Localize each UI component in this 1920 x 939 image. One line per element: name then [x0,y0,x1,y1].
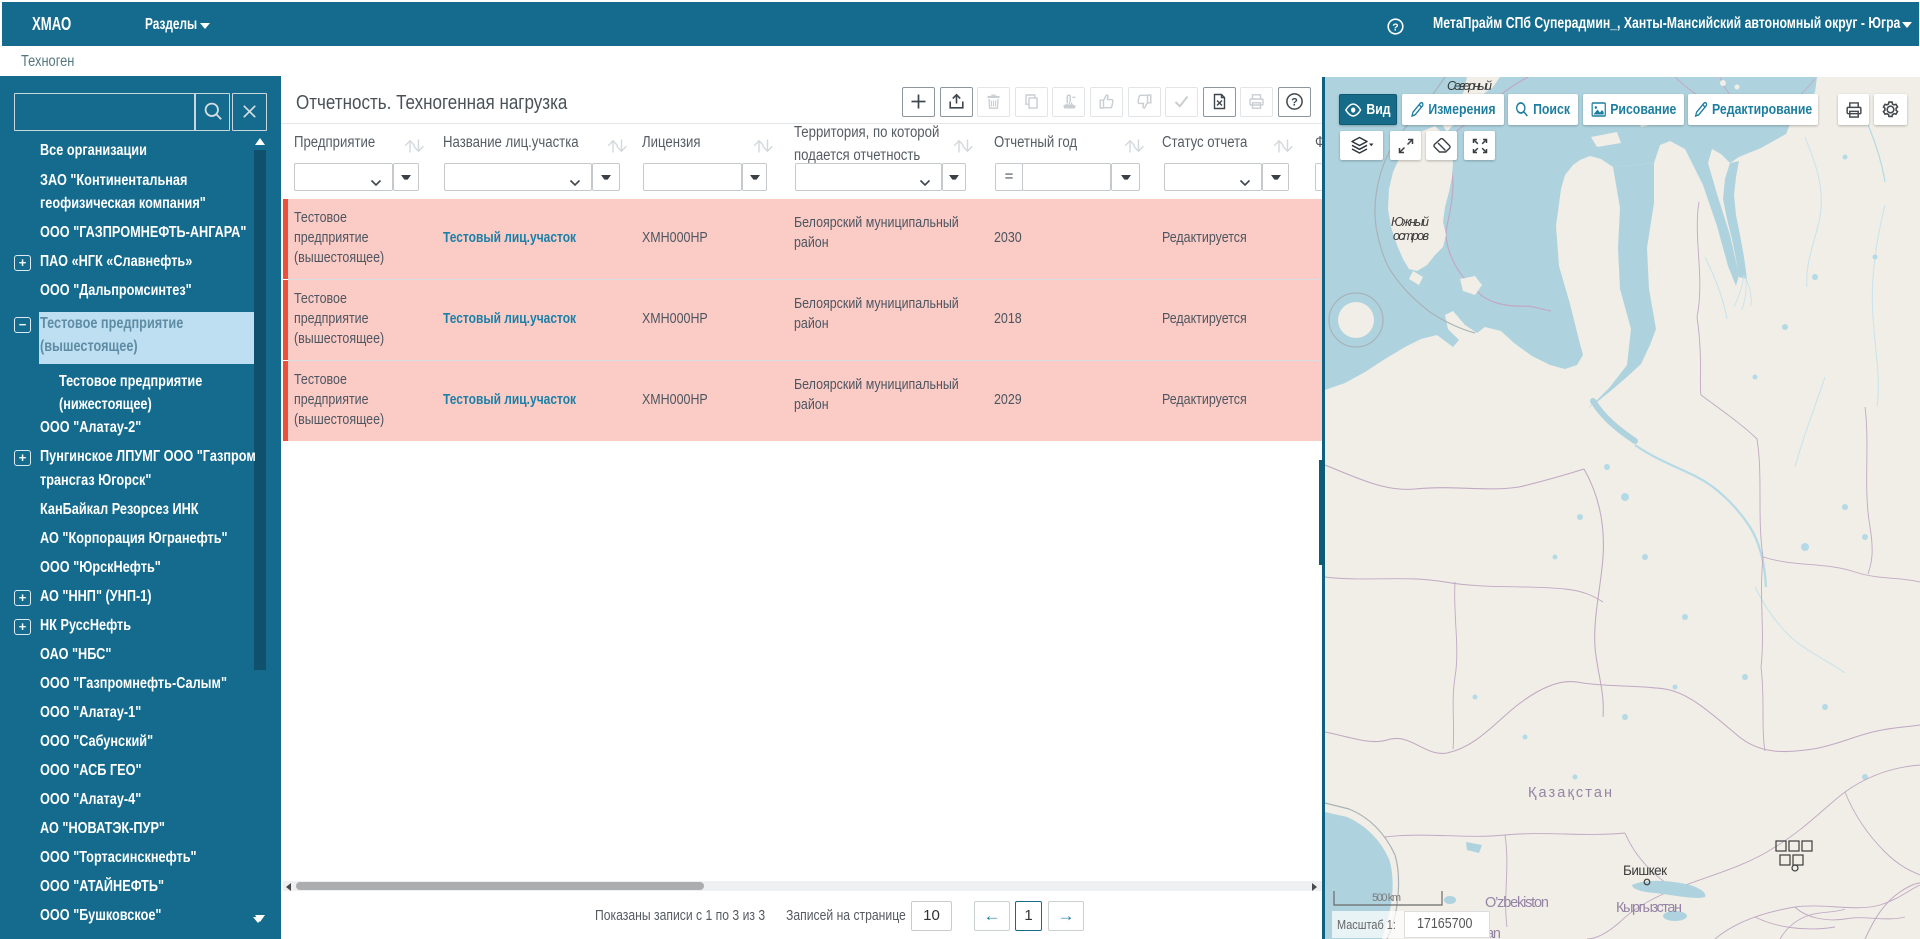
svg-text:?: ? [1291,97,1298,109]
svg-text:O’zbekiston: O’zbekiston [1485,895,1549,911]
svg-text:остров: остров [1393,229,1429,243]
svg-text:?: ? [1392,21,1398,33]
svg-text:500 km: 500 km [1372,892,1401,904]
svg-text:Северный: Северный [1447,79,1492,93]
svg-text:Кыргызстан: Кыргызстан [1616,900,1682,916]
svg-text:Қазақстан: Қазақстан [1528,785,1612,801]
svg-text:Бишкек: Бишкек [1623,863,1667,878]
svg-text:Южный: Южный [1391,215,1429,229]
